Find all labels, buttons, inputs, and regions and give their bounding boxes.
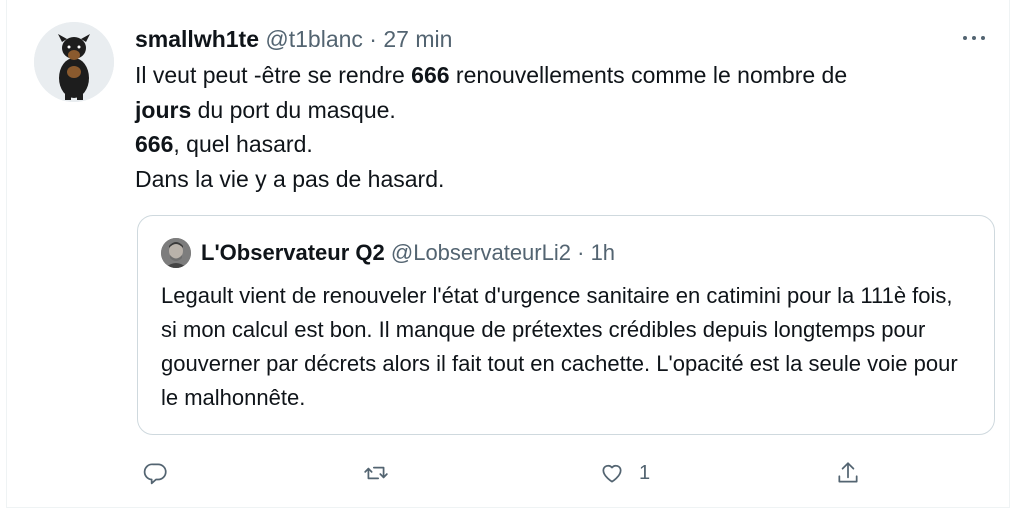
- tweet-card[interactable]: smallwh1te @t1blanc · 27 min Il veut peu…: [6, 0, 1010, 508]
- retweet-icon: [364, 466, 388, 480]
- quoted-tweet[interactable]: L'Observateur Q2 @LobservateurLi2 · 1h L…: [137, 215, 995, 435]
- tweet-header: smallwh1te @t1blanc · 27 min: [135, 24, 452, 54]
- share-button[interactable]: [835, 452, 861, 494]
- action-bar: 1: [135, 452, 895, 494]
- man-avatar-icon: [161, 238, 191, 268]
- more-options-icon[interactable]: [957, 28, 991, 48]
- separator-dot: ·: [369, 26, 377, 52]
- reply-icon: [143, 463, 167, 485]
- dog-avatar-icon: [34, 22, 114, 102]
- user-avatar[interactable]: [34, 22, 114, 102]
- like-button[interactable]: 1: [599, 452, 650, 494]
- retweet-button[interactable]: [363, 452, 389, 494]
- tweet-text-line: Dans la vie y a pas de hasard.: [135, 165, 445, 192]
- tweet-text: Il veut peut -être se rendre 666 renouve…: [135, 58, 995, 196]
- quoted-user-avatar[interactable]: [161, 238, 191, 268]
- display-name[interactable]: smallwh1te: [135, 26, 259, 52]
- quoted-display-name[interactable]: L'Observateur Q2: [201, 240, 385, 265]
- share-icon: [838, 462, 858, 483]
- quoted-timestamp[interactable]: 1h: [591, 240, 615, 265]
- user-handle[interactable]: @t1blanc: [265, 26, 363, 52]
- heart-icon: [602, 464, 622, 483]
- tweet-text-line: Il veut peut -être se rendre 666 renouve…: [135, 62, 848, 88]
- tweet-text-line: jours du port du masque.: [135, 96, 396, 123]
- tweet-text-line: 666, quel hasard.: [135, 131, 313, 157]
- quoted-user-handle[interactable]: @LobservateurLi2: [391, 240, 571, 265]
- quoted-tweet-text: Legault vient de renouveler l'état d'urg…: [161, 283, 958, 410]
- quoted-tweet-header: L'Observateur Q2 @LobservateurLi2 · 1h: [201, 238, 615, 268]
- timestamp[interactable]: 27 min: [383, 26, 452, 52]
- reply-button[interactable]: [143, 452, 169, 494]
- quoted-separator-dot: ·: [577, 240, 585, 265]
- like-count: 1: [639, 461, 651, 484]
